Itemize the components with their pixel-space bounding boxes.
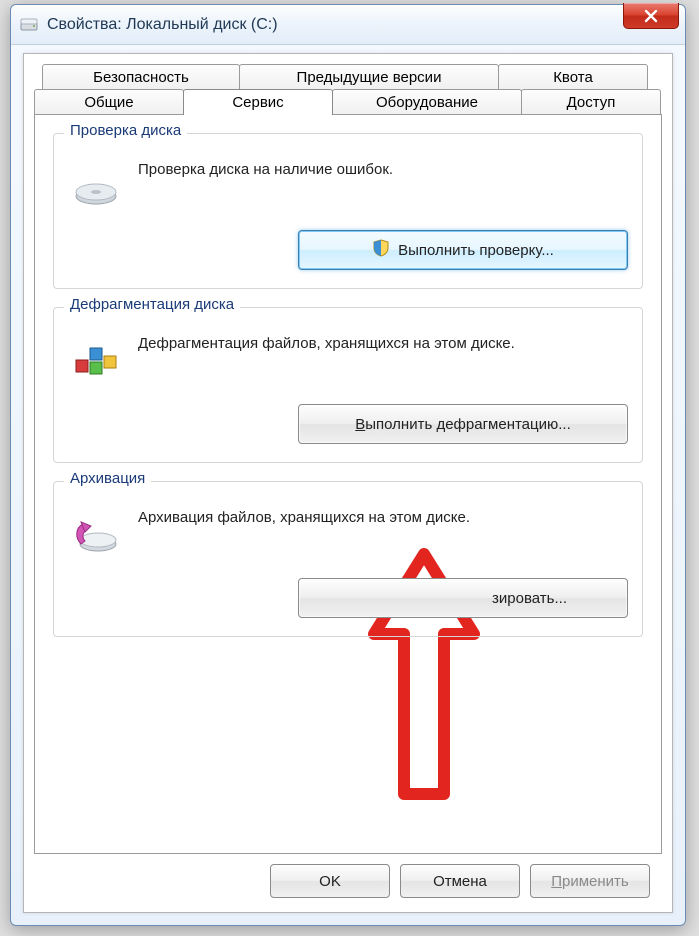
group-check-title: Проверка диска: [64, 122, 187, 139]
window-title: Свойства: Локальный диск (C:): [47, 16, 278, 34]
backup-icon: [68, 508, 124, 564]
check-disk-button[interactable]: Выполнить проверку...: [298, 230, 628, 270]
group-backup: Архивация Архивация файлов, хранящихся н…: [53, 481, 643, 637]
drive-icon: [19, 15, 39, 35]
group-defrag-title: Дефрагментация диска: [64, 296, 240, 313]
defrag-button-label: Выполнить дефрагментацию...: [355, 416, 571, 433]
tab-general[interactable]: Общие: [34, 89, 184, 115]
cancel-button[interactable]: Отмена: [400, 864, 520, 898]
close-button[interactable]: [623, 3, 679, 29]
tab-previous-versions[interactable]: Предыдущие версии: [239, 64, 499, 90]
tab-sharing[interactable]: Доступ: [521, 89, 661, 115]
tab-service[interactable]: Сервис: [183, 89, 333, 115]
backup-button[interactable]: зировать...: [298, 578, 628, 618]
apply-button: Применить: [530, 864, 650, 898]
properties-window: Свойства: Локальный диск (C:) Безопаснос…: [10, 4, 686, 926]
client-area: Безопасность Предыдущие версии Квота Общ…: [23, 53, 673, 913]
group-defrag-text: Дефрагментация файлов, хранящихся на это…: [138, 334, 628, 354]
defrag-button[interactable]: Выполнить дефрагментацию...: [298, 404, 628, 444]
backup-button-label: зировать...: [492, 590, 567, 607]
check-disk-button-label: Выполнить проверку...: [398, 242, 554, 259]
tab-quota[interactable]: Квота: [498, 64, 648, 90]
group-defrag: Дефрагментация диска Дефрагментация файл…: [53, 307, 643, 463]
group-check-disk: Проверка диска Проверка диска на наличие…: [53, 133, 643, 289]
tabstrip: Безопасность Предыдущие версии Квота Общ…: [24, 54, 672, 115]
close-icon: [644, 9, 658, 23]
tab-hardware[interactable]: Оборудование: [332, 89, 522, 115]
group-backup-title: Архивация: [64, 470, 151, 487]
ok-button[interactable]: OK: [270, 864, 390, 898]
tab-security[interactable]: Безопасность: [42, 64, 240, 90]
titlebar: Свойства: Локальный диск (C:): [11, 5, 685, 45]
apply-button-label: П: [551, 873, 562, 890]
defrag-icon: [68, 334, 124, 390]
group-check-text: Проверка диска на наличие ошибок.: [138, 160, 628, 180]
group-backup-text: Архивация файлов, хранящихся на этом дис…: [138, 508, 628, 528]
tab-panel-service: Проверка диска Проверка диска на наличие…: [34, 114, 662, 854]
dialog-footer: OK Отмена Применить: [270, 864, 650, 898]
disk-icon: [68, 160, 124, 216]
shield-icon: [372, 239, 390, 261]
